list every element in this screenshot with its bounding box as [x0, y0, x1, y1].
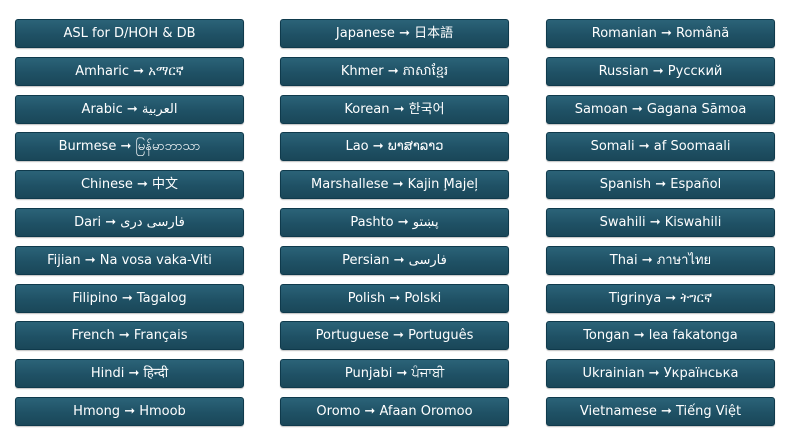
language-button-khmer[interactable]: Khmer ➞ ភាសាខ្មែរ — [280, 56, 509, 86]
language-button-hindi[interactable]: Hindi ➞ हिन्दी — [15, 359, 244, 389]
language-button-dari[interactable]: Dari ➞ فارسی دری — [15, 207, 244, 237]
language-button-punjabi[interactable]: Punjabi ➞ ਪੰਜਾਬੀ — [280, 359, 509, 389]
language-button-russian[interactable]: Russian ➞ Русский — [546, 56, 775, 86]
language-column-2: Japanese ➞ 日本語 Khmer ➞ ភាសាខ្មែរ Korean … — [280, 19, 509, 435]
language-button-french[interactable]: French ➞ Français — [15, 321, 244, 351]
language-button-somali[interactable]: Somali ➞ af Soomaali — [546, 132, 775, 162]
language-button-persian[interactable]: Persian ➞ فارسی — [280, 245, 509, 275]
language-button-ukrainian[interactable]: Ukrainian ➞ Українська — [546, 359, 775, 389]
language-button-chinese[interactable]: Chinese ➞ 中文 — [15, 170, 244, 200]
language-button-spanish[interactable]: Spanish ➞ Español — [546, 170, 775, 200]
language-button-korean[interactable]: Korean ➞ 한국어 — [280, 94, 509, 124]
language-column-3: Romanian ➞ Română Russian ➞ Русский Samo… — [546, 19, 775, 435]
language-button-tigrinya[interactable]: Tigrinya ➞ ትግርኛ — [546, 283, 775, 313]
language-button-swahili[interactable]: Swahili ➞ Kiswahili — [546, 207, 775, 237]
language-button-filipino[interactable]: Filipino ➞ Tagalog — [15, 283, 244, 313]
language-button-thai[interactable]: Thai ➞ ภาษาไทย — [546, 245, 775, 275]
language-button-vietnamese[interactable]: Vietnamese ➞ Tiếng Việt — [546, 396, 775, 426]
language-selector-grid: ASL for D/HOH & DB Amharic ➞ አማርኛ Arabic… — [0, 0, 787, 439]
language-button-samoan[interactable]: Samoan ➞ Gagana Sāmoa — [546, 94, 775, 124]
language-button-lao[interactable]: Lao ➞ ພາສາລາວ — [280, 132, 509, 162]
language-button-romanian[interactable]: Romanian ➞ Română — [546, 19, 775, 48]
language-button-burmese[interactable]: Burmese ➞ မြန်မာဘာသာ — [15, 132, 244, 162]
language-button-pashto[interactable]: Pashto ➞ پښتو — [280, 207, 509, 237]
language-button-japanese[interactable]: Japanese ➞ 日本語 — [280, 19, 509, 48]
language-button-oromo[interactable]: Oromo ➞ Afaan Oromoo — [280, 396, 509, 426]
language-button-tongan[interactable]: Tongan ➞ lea fakatonga — [546, 321, 775, 351]
language-column-1: ASL for D/HOH & DB Amharic ➞ አማርኛ Arabic… — [15, 19, 244, 435]
language-button-asl[interactable]: ASL for D/HOH & DB — [15, 19, 244, 48]
language-button-portuguese[interactable]: Portuguese ➞ Português — [280, 321, 509, 351]
language-button-arabic[interactable]: Arabic ➞ العربية — [15, 94, 244, 124]
language-button-hmong[interactable]: Hmong ➞ Hmoob — [15, 396, 244, 426]
language-button-fijian[interactable]: Fijian ➞ Na vosa vaka-Viti — [15, 245, 244, 275]
language-button-marshallese[interactable]: Marshallese ➞ Kajin M̧ajeļ — [280, 170, 509, 200]
language-button-polish[interactable]: Polish ➞ Polski — [280, 283, 509, 313]
language-button-amharic[interactable]: Amharic ➞ አማርኛ — [15, 56, 244, 86]
